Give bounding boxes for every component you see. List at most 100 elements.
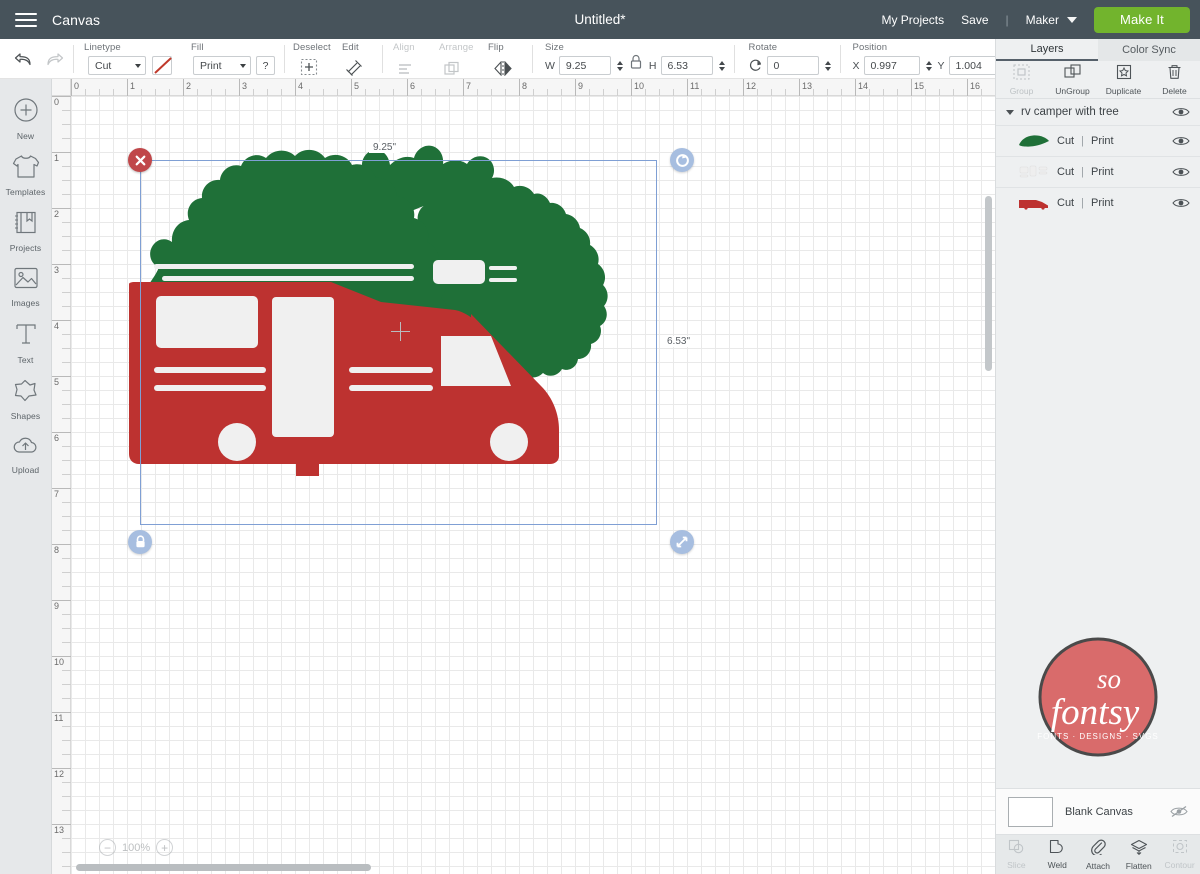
book-icon: [13, 210, 38, 240]
canvas-vertical-scrollbar[interactable]: [985, 196, 992, 371]
picture-icon: [13, 266, 39, 295]
zoom-control: − 100% +: [99, 839, 174, 856]
fill-value: Print: [200, 59, 222, 72]
ruler-tick-minor: [62, 166, 71, 167]
ruler-tick-minor: [62, 670, 71, 671]
fill-select[interactable]: Print: [193, 56, 251, 75]
blank-canvas-row[interactable]: Blank Canvas: [996, 788, 1200, 834]
lock-handle-icon[interactable]: [128, 530, 152, 554]
ruler-tick-major: [183, 79, 184, 96]
resize-handle-icon[interactable]: [670, 530, 694, 554]
flip-group: Flip: [480, 39, 532, 79]
save-button[interactable]: Save: [961, 13, 988, 27]
tab-color-sync[interactable]: Color Sync: [1098, 39, 1200, 61]
ruler-tick-label: 11: [690, 81, 700, 91]
weld-button[interactable]: Weld: [1037, 835, 1078, 874]
ruler-tick-label: 6: [54, 433, 60, 443]
delete-button[interactable]: Delete: [1149, 61, 1200, 98]
sidebar-item-projects[interactable]: Projects: [0, 203, 52, 259]
eye-icon[interactable]: [1172, 135, 1190, 147]
sidebar-item-new[interactable]: New: [0, 91, 52, 147]
sidebar-item-shapes[interactable]: Shapes: [0, 371, 52, 427]
layer-group-row[interactable]: rv camper with tree: [996, 99, 1200, 125]
sidebar-label-new: New: [16, 131, 35, 141]
rotate-handle-icon[interactable]: [670, 148, 694, 172]
horizontal-ruler: 0 1 2 3 4 5 6 7 8 9 10 11 12 13 14 15 16: [71, 79, 995, 96]
lock-aspect-icon[interactable]: [629, 54, 643, 70]
fill-help-button[interactable]: ?: [256, 56, 275, 75]
flatten-button[interactable]: Flatten: [1118, 835, 1159, 874]
canvas-horizontal-scrollbar[interactable]: [52, 863, 995, 872]
eye-off-icon[interactable]: [1170, 805, 1188, 818]
ruler-tick-minor: [659, 89, 660, 96]
ruler-tick-label: 5: [54, 377, 60, 387]
rear-stripe-2: [349, 385, 433, 391]
blank-canvas-label: Blank Canvas: [1065, 805, 1133, 818]
ruler-tick-minor: [62, 810, 71, 811]
side-stripe-2: [154, 385, 266, 391]
machine-selector[interactable]: Maker: [1026, 13, 1077, 27]
delete-handle-icon[interactable]: [128, 148, 152, 172]
undo-arrow-icon[interactable]: [14, 52, 32, 67]
minus-circle-icon[interactable]: −: [99, 839, 116, 856]
roof-vent: [433, 260, 485, 284]
align-group: Align: [383, 39, 433, 79]
sidebar-item-text[interactable]: Text: [0, 315, 52, 371]
table-row[interactable]: Cut | Print: [996, 156, 1200, 187]
ruler-tick-label: 13: [802, 81, 813, 91]
ruler-tick-minor: [62, 404, 71, 405]
sidebar-item-upload[interactable]: Upload: [0, 427, 52, 483]
table-row[interactable]: Cut | Print: [996, 187, 1200, 218]
header-separator: |: [1005, 12, 1009, 27]
ruler-tick-minor: [435, 89, 436, 96]
tab-layers[interactable]: Layers: [996, 39, 1098, 61]
rotate-input[interactable]: 0: [766, 56, 819, 75]
table-row[interactable]: Cut | Print: [996, 125, 1200, 156]
text-t-icon: [15, 322, 37, 352]
layer-linetype: Cut: [1057, 135, 1075, 147]
design-canvas[interactable]: 9.25" 6.53" − 100% + 012 3 4 5 6 7 8 9 1…: [52, 79, 995, 874]
scrollbar-thumb[interactable]: [76, 864, 371, 871]
width-stepper[interactable]: [616, 60, 623, 71]
rv-camper-with-tree-artwork[interactable]: [121, 114, 741, 534]
ruler-tick-minor: [62, 502, 71, 503]
sidebar-item-images[interactable]: Images: [0, 259, 52, 315]
ruler-tick-major: [687, 79, 688, 96]
roof-stripe-3: [489, 266, 517, 270]
ruler-tick-minor: [62, 306, 71, 307]
ruler-tick-minor: [253, 89, 254, 96]
ruler-tick-label: 10: [634, 81, 645, 91]
ruler-tick-label: 13: [54, 825, 65, 835]
ruler-tick-minor: [62, 614, 71, 615]
eye-icon[interactable]: [1172, 106, 1190, 118]
sidebar-item-templates[interactable]: Templates: [0, 147, 52, 203]
make-it-button[interactable]: Make It: [1093, 6, 1190, 33]
height-input[interactable]: 6.53: [660, 56, 713, 75]
ruler-tick-major: [295, 79, 296, 96]
linetype-color-swatch[interactable]: [152, 56, 172, 75]
duplicate-button[interactable]: Duplicate: [1098, 61, 1149, 98]
sidebar-label-projects: Projects: [9, 242, 42, 253]
flatten-icon: [1130, 839, 1148, 860]
ruler-tick-major: [239, 79, 240, 96]
ruler-tick-minor: [62, 726, 71, 727]
rotate-stepper[interactable]: [824, 60, 831, 71]
plus-circle-icon[interactable]: +: [156, 839, 174, 856]
x-input[interactable]: 0.997: [863, 56, 920, 75]
layer-swatch-tree: [1018, 132, 1050, 150]
ruler-tick-minor: [62, 474, 71, 475]
sidebar-label-text: Text: [17, 354, 34, 365]
ruler-tick-minor: [813, 89, 814, 96]
height-stepper[interactable]: [718, 60, 725, 71]
chevron-down-icon[interactable]: [1006, 109, 1014, 115]
eye-icon[interactable]: [1172, 197, 1190, 209]
x-stepper[interactable]: [925, 60, 932, 71]
my-projects-link[interactable]: My Projects: [881, 13, 944, 27]
eye-icon[interactable]: [1172, 166, 1190, 178]
attach-button[interactable]: Attach: [1078, 835, 1119, 874]
zoom-level-label: 100%: [122, 841, 151, 854]
width-input[interactable]: 9.25: [558, 56, 611, 75]
hamburger-icon[interactable]: [0, 0, 52, 39]
linetype-select[interactable]: Cut: [88, 56, 146, 75]
ungroup-button[interactable]: UnGroup: [1047, 61, 1098, 98]
